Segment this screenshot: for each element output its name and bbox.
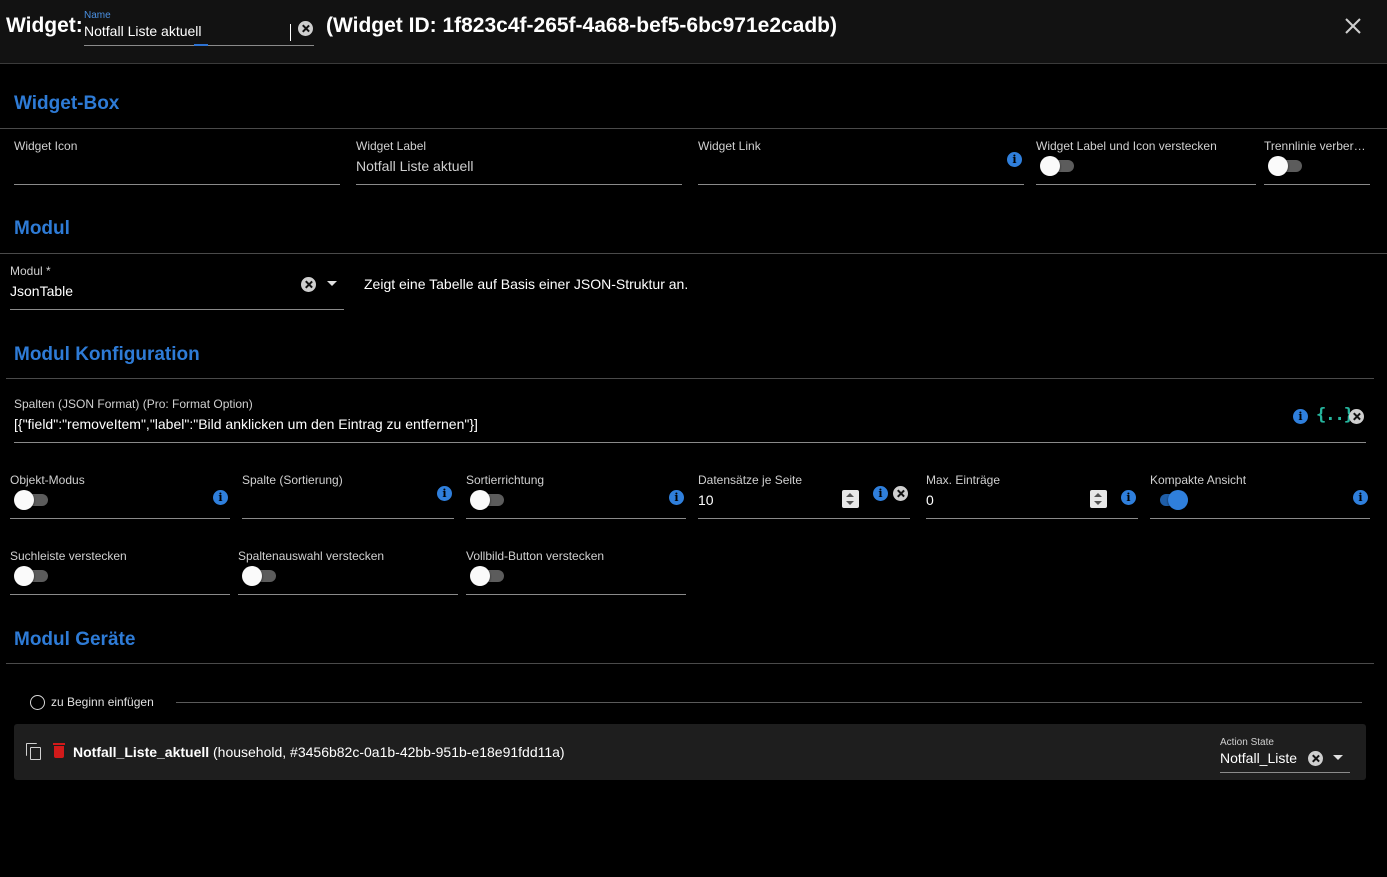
widget-name-input[interactable]: Notfall Liste aktuell [84, 23, 202, 39]
compact-view-toggle[interactable] [1154, 490, 1190, 510]
section-divider [0, 128, 1387, 129]
hide-label-icon-field: Widget Label und Icon verstecken [1036, 139, 1256, 185]
section-title-modul: Modul [14, 218, 70, 239]
hide-search-field: Suchleiste verstecken [10, 549, 230, 595]
insert-divider [176, 702, 1362, 703]
field-label: Spaltenauswahl verstecken [238, 549, 385, 563]
field-label: Sortierrichtung [466, 473, 545, 487]
object-mode-toggle[interactable] [14, 490, 50, 510]
field-label: Trennlinie verberg… [1264, 139, 1370, 153]
copy-icon[interactable] [26, 743, 42, 761]
section-title-modul-geraete: Modul Geräte [14, 629, 136, 650]
widget-label-input[interactable]: Notfall Liste aktuell [356, 158, 474, 174]
info-icon[interactable]: i [873, 486, 888, 501]
field-label: Spalten (JSON Format) (Pro: Format Optio… [14, 397, 253, 411]
field-label: Objekt-Modus [10, 473, 85, 487]
columns-json-input[interactable]: [{"field":"removeItem","label":"Bild ank… [14, 416, 478, 432]
widget-icon-field[interactable]: Widget Icon [14, 139, 340, 185]
widget-id-text: (Widget ID: 1f823c4f-265f-4a68-bef5-6bc9… [326, 14, 838, 37]
action-state-select[interactable]: Action State Notfall_Liste [1220, 736, 1350, 773]
object-mode-field: Objekt-Modus i [10, 473, 230, 519]
sort-direction-field: Sortierrichtung i [466, 473, 686, 519]
info-icon[interactable]: i [1293, 409, 1308, 424]
modul-description: Zeigt eine Tabelle auf Basis einer JSON-… [364, 276, 689, 292]
field-label: Spalte (Sortierung) [242, 473, 343, 487]
field-label: Widget Icon [14, 139, 78, 153]
modul-select[interactable]: Modul * JsonTable [10, 264, 344, 310]
field-label: Kompakte Ansicht [1150, 473, 1247, 487]
clear-action-icon[interactable] [1308, 751, 1323, 766]
max-entries-field[interactable]: Max. Einträge 0 i [926, 473, 1138, 519]
section-divider [6, 663, 1374, 664]
json-editor-icon[interactable]: {..} [1316, 405, 1354, 425]
section-divider [0, 253, 1387, 254]
widget-label-field[interactable]: Widget Label Notfall Liste aktuell [356, 139, 682, 185]
insert-at-start-radio[interactable] [30, 695, 45, 710]
info-icon[interactable]: i [669, 490, 684, 505]
sort-column-field[interactable]: Spalte (Sortierung) i [242, 473, 454, 519]
columns-json-field[interactable]: Spalten (JSON Format) (Pro: Format Optio… [14, 397, 1366, 443]
close-dialog-icon[interactable] [1343, 16, 1363, 36]
clear-name-icon[interactable] [298, 21, 313, 36]
hide-divider-toggle[interactable] [1268, 156, 1304, 176]
widget-header-label: Widget: [6, 14, 83, 37]
field-label: Widget Label [356, 139, 427, 153]
sort-direction-toggle[interactable] [470, 490, 506, 510]
device-row: Notfall_Liste_aktuell (household, #3456b… [14, 724, 1366, 780]
field-label: Vollbild-Button verstecken [466, 549, 605, 563]
number-spinner[interactable] [1090, 490, 1107, 508]
compact-view-field: Kompakte Ansicht i [1150, 473, 1370, 519]
clear-modul-icon[interactable] [301, 277, 316, 292]
field-label: Widget Label und Icon verstecken [1036, 139, 1217, 153]
spellcheck-underline [194, 44, 208, 46]
dialog-header: Widget: Name Notfall Liste aktuell (Widg… [0, 0, 1387, 64]
widget-name-field[interactable]: Name Notfall Liste aktuell [84, 10, 314, 46]
field-label: Modul * [10, 264, 51, 278]
info-icon[interactable]: i [1007, 152, 1022, 167]
hide-label-icon-toggle[interactable] [1040, 156, 1076, 176]
insert-at-start-label[interactable]: zu Beginn einfügen [51, 695, 154, 709]
hide-fullscreen-toggle[interactable] [470, 566, 506, 586]
number-spinner[interactable] [842, 490, 859, 508]
action-state-label: Action State [1220, 737, 1274, 748]
hide-column-select-field: Spaltenauswahl verstecken [238, 549, 458, 595]
field-label: Suchleiste verstecken [10, 549, 127, 563]
clear-columns-icon[interactable] [1349, 409, 1364, 424]
info-icon[interactable]: i [213, 490, 228, 505]
info-icon[interactable]: i [1121, 490, 1136, 505]
widget-name-caption: Name [84, 10, 111, 21]
action-state-value[interactable]: Notfall_Liste [1220, 750, 1297, 766]
chevron-down-icon[interactable] [327, 281, 337, 286]
records-per-page-input[interactable]: 10 [698, 492, 714, 508]
hide-divider-field: Trennlinie verberg… [1264, 139, 1370, 185]
widget-link-field[interactable]: Widget Link i [698, 139, 1024, 185]
hide-column-select-toggle[interactable] [242, 566, 278, 586]
field-label: Widget Link [698, 139, 761, 153]
section-title-widget-box: Widget-Box [14, 93, 120, 114]
field-label: Max. Einträge [926, 473, 1001, 487]
section-title-modul-konfiguration: Modul Konfiguration [14, 344, 200, 365]
section-divider [6, 378, 1374, 379]
delete-icon[interactable] [53, 743, 65, 758]
info-icon[interactable]: i [1353, 490, 1368, 505]
records-per-page-field[interactable]: Datensätze je Seite 10 i [698, 473, 910, 519]
max-entries-input[interactable]: 0 [926, 492, 934, 508]
device-name: Notfall_Liste_aktuell [73, 744, 210, 760]
clear-records-icon[interactable] [893, 486, 908, 501]
field-label: Datensätze je Seite [698, 473, 803, 487]
hide-fullscreen-field: Vollbild-Button verstecken [466, 549, 686, 595]
text-caret [290, 24, 291, 41]
chevron-down-icon[interactable] [1333, 755, 1343, 760]
info-icon[interactable]: i [437, 486, 452, 501]
hide-search-toggle[interactable] [14, 566, 50, 586]
modul-select-value[interactable]: JsonTable [10, 283, 73, 299]
device-meta: (household, #3456b82c-0a1b-42bb-951b-e18… [213, 744, 565, 760]
